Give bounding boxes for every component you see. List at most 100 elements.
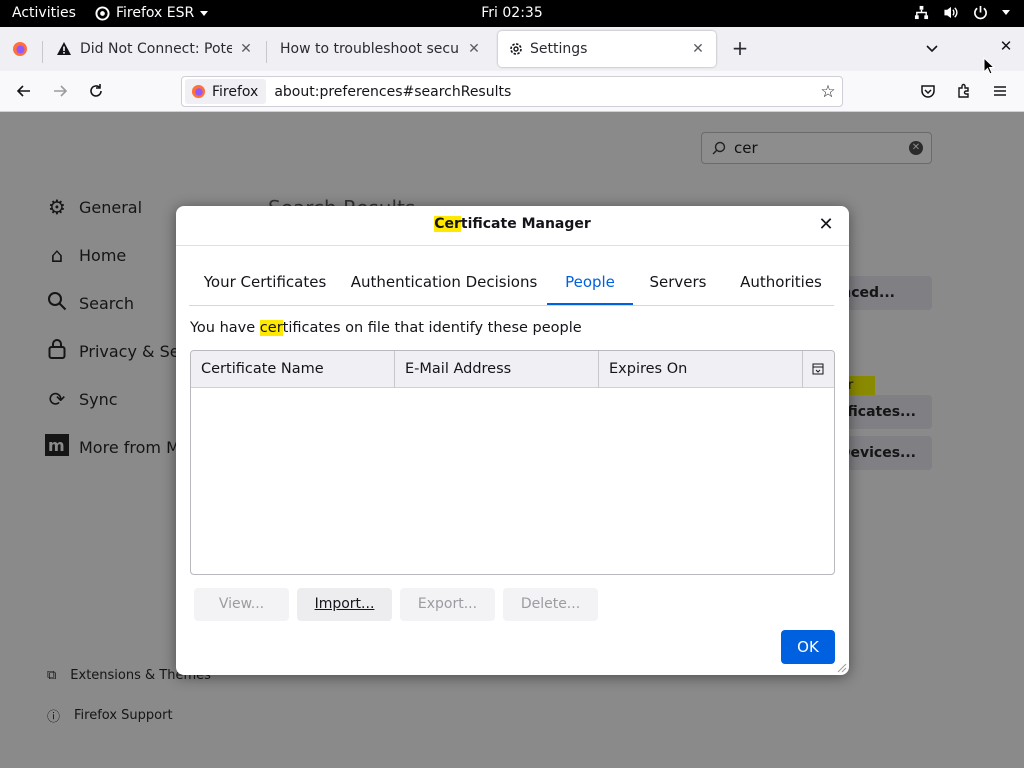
new-tab-button[interactable]: + [728,37,752,61]
tab-pinned-firefox[interactable] [2,31,38,67]
app-name: Firefox ESR [116,5,195,21]
bookmark-star-icon[interactable]: ☆ [814,82,842,102]
people-certificate-table[interactable]: Certificate Name E-Mail Address Expires … [190,350,835,575]
intro-highlight: cer [259,320,283,336]
category-general[interactable]: ⚙ General [45,191,142,223]
pocket-button[interactable] [916,79,940,103]
chevron-down-icon [200,11,209,16]
list-all-tabs-button[interactable] [920,37,944,61]
url-bar[interactable]: Firefox about:preferences#searchResults … [181,76,843,107]
tab-your-certificates[interactable]: Your Certificates [197,266,333,305]
hamburger-icon [994,86,1006,96]
tab-did-not-connect[interactable]: Did Not Connect: Potential Security Issu… [46,31,264,67]
extensions-button[interactable] [952,79,976,103]
tab-title: How to troubleshoot security error codes [280,41,460,57]
intro-after: tificates on file that identify these pe… [282,320,582,336]
svg-text:m: m [48,436,65,455]
puzzle-icon [958,83,969,98]
reload-icon [90,84,102,97]
view-button[interactable]: View... [194,588,289,621]
gear-icon: ⚙ [48,195,66,219]
footer-link-label: Firefox Support [74,708,173,723]
tab-separator [42,41,43,63]
export-button[interactable]: Export... [400,588,495,621]
back-arrow-icon [16,85,30,97]
navigation-toolbar: Firefox about:preferences#searchResults … [0,71,1024,112]
close-icon[interactable]: ✕ [690,41,706,57]
column-email-address[interactable]: E-Mail Address [395,351,599,388]
category-label: General [79,197,143,217]
reload-button[interactable] [84,79,108,103]
resize-grip-icon[interactable] [837,663,847,673]
dialog-title: Certificate Manager [176,216,849,232]
identity-label: Firefox [212,83,259,100]
power-icon [974,5,987,20]
category-sync[interactable]: ⟳ Sync [45,383,118,415]
network-icon [914,5,929,20]
title-highlight: Cer [434,216,461,232]
app-menu-hamburger[interactable] [988,79,1012,103]
dialog-tabs: Your Certificates Authentication Decisio… [189,266,834,306]
activities-button[interactable]: Activities [12,5,76,22]
people-description: You have certificates on file that ident… [190,320,582,336]
tab-troubleshoot[interactable]: How to troubleshoot security error codes… [270,31,492,67]
url-text[interactable]: about:preferences#searchResults [274,84,814,100]
close-icon[interactable]: ✕ [466,41,482,57]
column-picker-icon[interactable] [801,351,834,388]
certificate-actions: View... Import... Export... Delete... [194,588,598,621]
tab-settings[interactable]: Settings ✕ [498,31,716,67]
search-icon [712,141,726,155]
firefox-icon [13,42,27,56]
forward-button[interactable] [48,79,72,103]
table-header: Certificate Name E-Mail Address Expires … [191,351,834,388]
tab-title: Settings [530,41,588,57]
puzzle-icon: ⧉ [47,668,57,683]
app-menu-button[interactable]: Firefox ESR [95,5,209,22]
category-home[interactable]: ⌂ Home [45,239,127,271]
chevron-down-icon [926,45,938,53]
firefox-icon [191,84,206,99]
volume-icon [944,6,958,19]
clear-search-icon[interactable]: ✕ [909,141,923,155]
tab-separator [266,41,267,63]
tab-authentication-decisions[interactable]: Authentication Decisions [349,266,539,305]
firefox-support-link[interactable]: ⓘ Firefox Support [47,706,173,725]
ok-button[interactable]: OK [781,630,835,664]
mouse-cursor-icon [983,57,995,75]
forward-arrow-icon [54,85,68,97]
system-tray[interactable] [914,5,1010,20]
mozilla-icon: m [45,433,69,461]
warning-icon [57,42,71,55]
dialog-header: Certificate Manager ✕ [176,206,849,246]
close-icon[interactable]: ✕ [815,214,837,236]
certificate-manager-dialog: Certificate Manager ✕ Your Certificates … [176,206,849,675]
close-icon[interactable]: ✕ [238,41,254,57]
import-button[interactable]: Import... [297,588,392,621]
pocket-icon [921,85,935,98]
column-certificate-name[interactable]: Certificate Name [191,351,395,388]
firefox-icon [95,6,110,21]
tab-authorities[interactable]: Authorities [727,266,835,305]
help-icon: ⓘ [47,710,61,725]
column-expires-on[interactable]: Expires On [599,351,803,388]
sync-icon: ⟳ [48,387,66,411]
clock[interactable]: Fri 02:35 [481,5,542,21]
lock-icon [45,338,69,365]
delete-button[interactable]: Delete... [503,588,598,621]
tab-strip: Did Not Connect: Potential Security Issu… [0,27,1024,71]
category-label: Sync [79,389,118,409]
category-search[interactable]: Search [45,287,134,319]
back-button[interactable] [12,79,36,103]
category-label: Search [79,293,134,313]
title-text: tificate Manager [460,216,591,232]
search-icon [45,291,69,316]
gear-icon [510,43,522,55]
tab-title: Did Not Connect: Potential Security Issu… [80,41,232,57]
home-icon: ⌂ [50,243,64,267]
tab-people[interactable]: People [547,266,633,305]
window-close-button[interactable]: ✕ [994,37,1018,61]
tab-servers[interactable]: Servers [641,266,715,305]
settings-search-input[interactable]: cer ✕ [701,132,932,164]
system-top-bar: Activities Firefox ESR Fri 02:35 [0,0,1024,27]
identity-box[interactable]: Firefox [185,79,267,104]
